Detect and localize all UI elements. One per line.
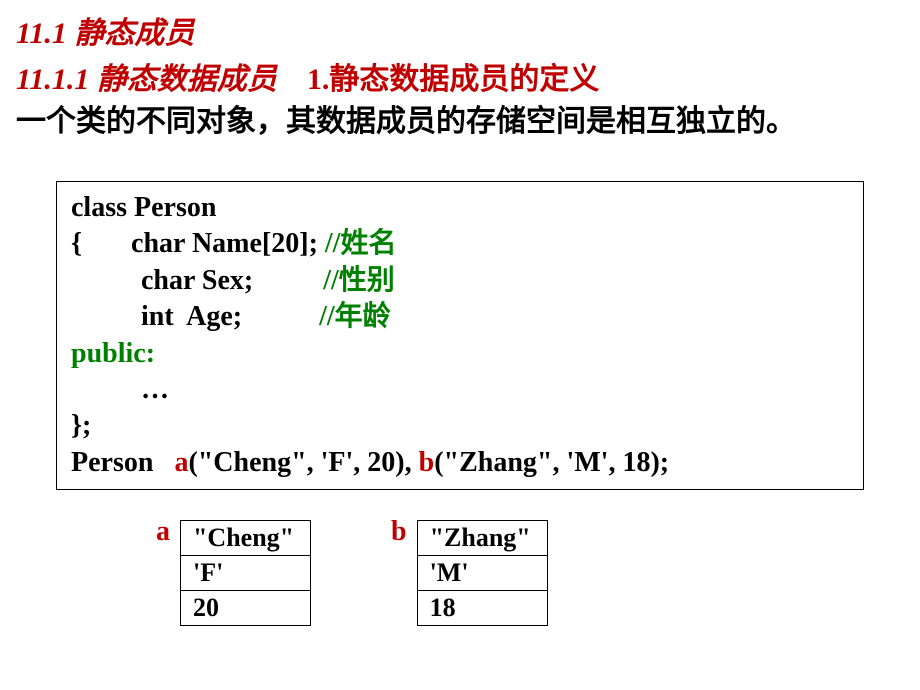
code-text: { char Name[20]; [71, 228, 325, 259]
code-line-1: class Person [71, 190, 849, 226]
object-a-table: "Cheng" 'F' 20 [180, 520, 311, 626]
section-heading-1: 11.1 静态成员 [16, 8, 904, 52]
object-a-age: 20 [181, 591, 311, 626]
code-text: int Age; [71, 301, 319, 332]
object-b-block: b "Zhang" 'M' 18 [391, 520, 548, 626]
object-b-label: b [391, 516, 407, 548]
code-text: Person [71, 447, 174, 478]
code-line-5: public: [71, 336, 849, 372]
object-a-block: a "Cheng" 'F' 20 [156, 520, 311, 626]
code-text: ("Cheng", 'F', 20), [188, 447, 418, 478]
object-b-sex: 'M' [417, 556, 547, 591]
code-var-b: b [419, 447, 435, 478]
object-a-sex: 'F' [181, 556, 311, 591]
objects-row: a "Cheng" 'F' 20 b "Zhang" 'M' 18 [156, 520, 904, 626]
object-a-name: "Cheng" [181, 521, 311, 556]
object-a-label: a [156, 516, 170, 548]
object-b-table: "Zhang" 'M' 18 [417, 520, 548, 626]
subheading-row: 11.1.1 静态数据成员 1.静态数据成员的定义 [16, 54, 904, 98]
code-block: class Person { char Name[20]; //姓名 char … [56, 181, 864, 490]
code-line-4: int Age; //年龄 [71, 299, 849, 335]
code-line-7: }; [71, 408, 849, 444]
code-line-3: char Sex; //性别 [71, 263, 849, 299]
code-comment: //性别 [323, 265, 395, 296]
object-b-name: "Zhang" [417, 521, 547, 556]
section-heading-2: 11.1.1 静态数据成员 [16, 54, 277, 98]
code-text: char Sex; [71, 265, 323, 296]
code-line-6: … [71, 372, 849, 408]
code-comment: //年龄 [319, 301, 391, 332]
section-heading-3: 1.静态数据成员的定义 [307, 54, 600, 98]
code-comment: //姓名 [325, 228, 397, 259]
object-b-age: 18 [417, 591, 547, 626]
body-paragraph: 一个类的不同对象，其数据成员的存储空间是相互独立的。 [16, 102, 904, 141]
code-line-2: { char Name[20]; //姓名 [71, 226, 849, 262]
code-var-a: a [174, 447, 188, 478]
code-line-8: Person a("Cheng", 'F', 20), b("Zhang", '… [71, 445, 849, 481]
code-text: ("Zhang", 'M', 18); [434, 447, 669, 478]
